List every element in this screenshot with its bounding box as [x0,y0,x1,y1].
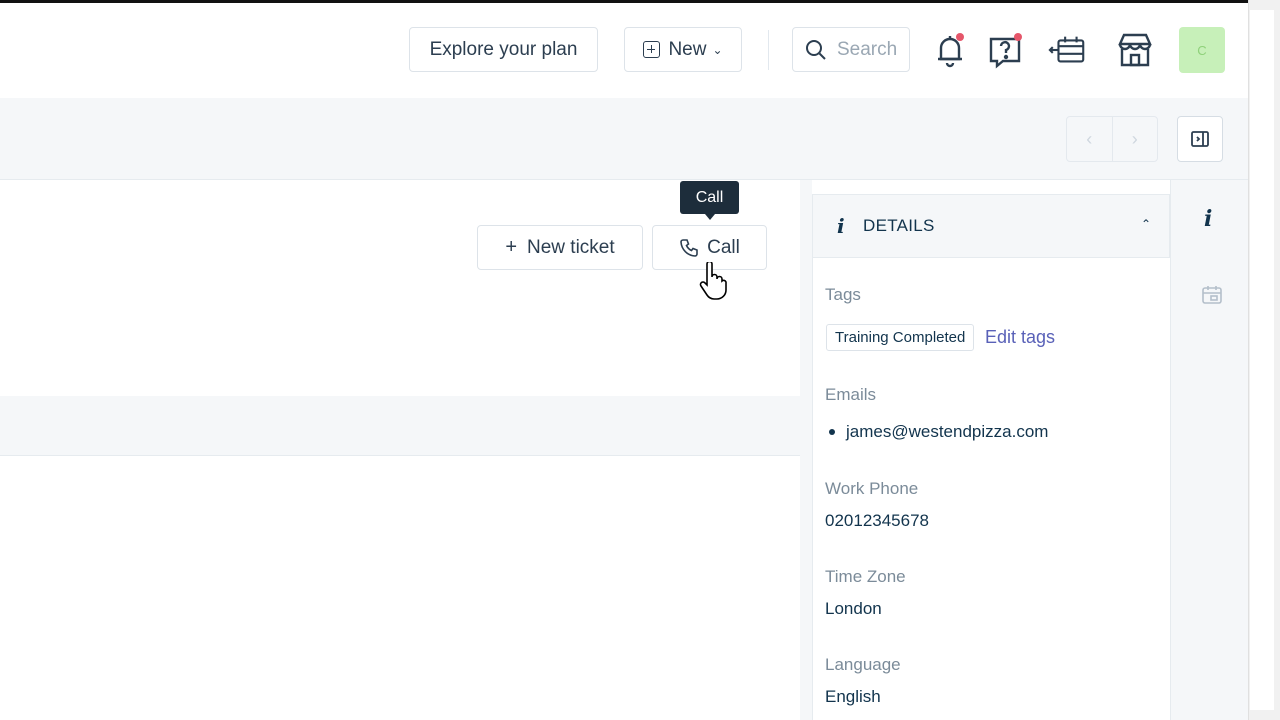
call-label: Call [707,236,740,258]
sub-header [0,98,1248,180]
notifications-button[interactable] [930,28,970,72]
time-zone-label: Time Zone [825,567,906,586]
main-content [0,192,800,720]
header-divider [768,30,769,70]
right-rail [1170,180,1248,720]
details-header[interactable]: i DETAILS ⌃ [812,194,1170,258]
previous-record-button[interactable]: ‹ [1067,117,1113,161]
phone-icon [680,238,698,257]
explore-plan-label: Explore your plan [429,38,578,60]
scrollbar-thumb[interactable] [1250,10,1274,710]
info-icon[interactable]: i [1204,206,1212,232]
chevron-up-icon[interactable]: ⌃ [1141,217,1151,231]
marketplace-button[interactable] [1115,28,1155,72]
language-label: Language [825,655,901,674]
new-label: New [668,38,707,60]
plus-icon: + [505,236,518,258]
new-ticket-button[interactable]: + New ticket [477,225,643,270]
emails-label: Emails [825,385,877,404]
search-placeholder: Search [837,38,898,60]
work-phone-label: Work Phone [825,479,919,498]
email-value[interactable]: james@westendpizza.com [846,422,1048,442]
time-zone-value: London [825,599,882,618]
plus-box-icon [643,41,661,58]
user-avatar[interactable]: C [1179,27,1225,73]
release-notes-button[interactable] [1048,28,1088,72]
tags-label: Tags [825,285,861,304]
edit-tags-link[interactable]: Edit tags [985,327,1055,348]
help-icon [989,33,1022,69]
explore-plan-button[interactable]: Explore your plan [409,27,598,72]
chevron-left-icon: ‹ [1086,128,1093,149]
release-notes-icon [1048,36,1085,63]
chevron-down-icon: ⌄ [712,42,723,57]
work-phone-value[interactable]: 02012345678 [825,511,929,531]
call-tooltip: Call [680,181,739,220]
new-ticket-label: New ticket [527,236,615,258]
avatar-initial: C [1197,42,1207,58]
new-button[interactable]: New ⌄ [624,27,742,72]
panel-gutter [800,180,812,720]
hand-cursor-icon [699,262,727,300]
calendar-icon[interactable] [1201,284,1223,306]
toggle-sidebar-button[interactable] [1177,116,1223,162]
search-input[interactable]: Search [792,27,910,72]
details-title: DETAILS [863,216,935,235]
details-panel [812,194,1170,720]
info-icon: i [837,214,845,238]
email-bullet [829,429,835,435]
store-icon [1118,33,1152,67]
section-divider-strip [0,396,800,456]
call-tooltip-text: Call [695,188,724,206]
search-icon [806,39,826,60]
bell-icon [938,33,964,68]
chevron-right-icon: › [1131,128,1138,149]
next-record-button[interactable]: › [1113,117,1158,161]
tag-chip: Training Completed [826,324,975,351]
language-value: English [825,687,881,706]
record-pagination: ‹ › [1066,116,1158,162]
sidebar-toggle-icon [1191,131,1209,147]
help-button[interactable] [986,28,1026,72]
